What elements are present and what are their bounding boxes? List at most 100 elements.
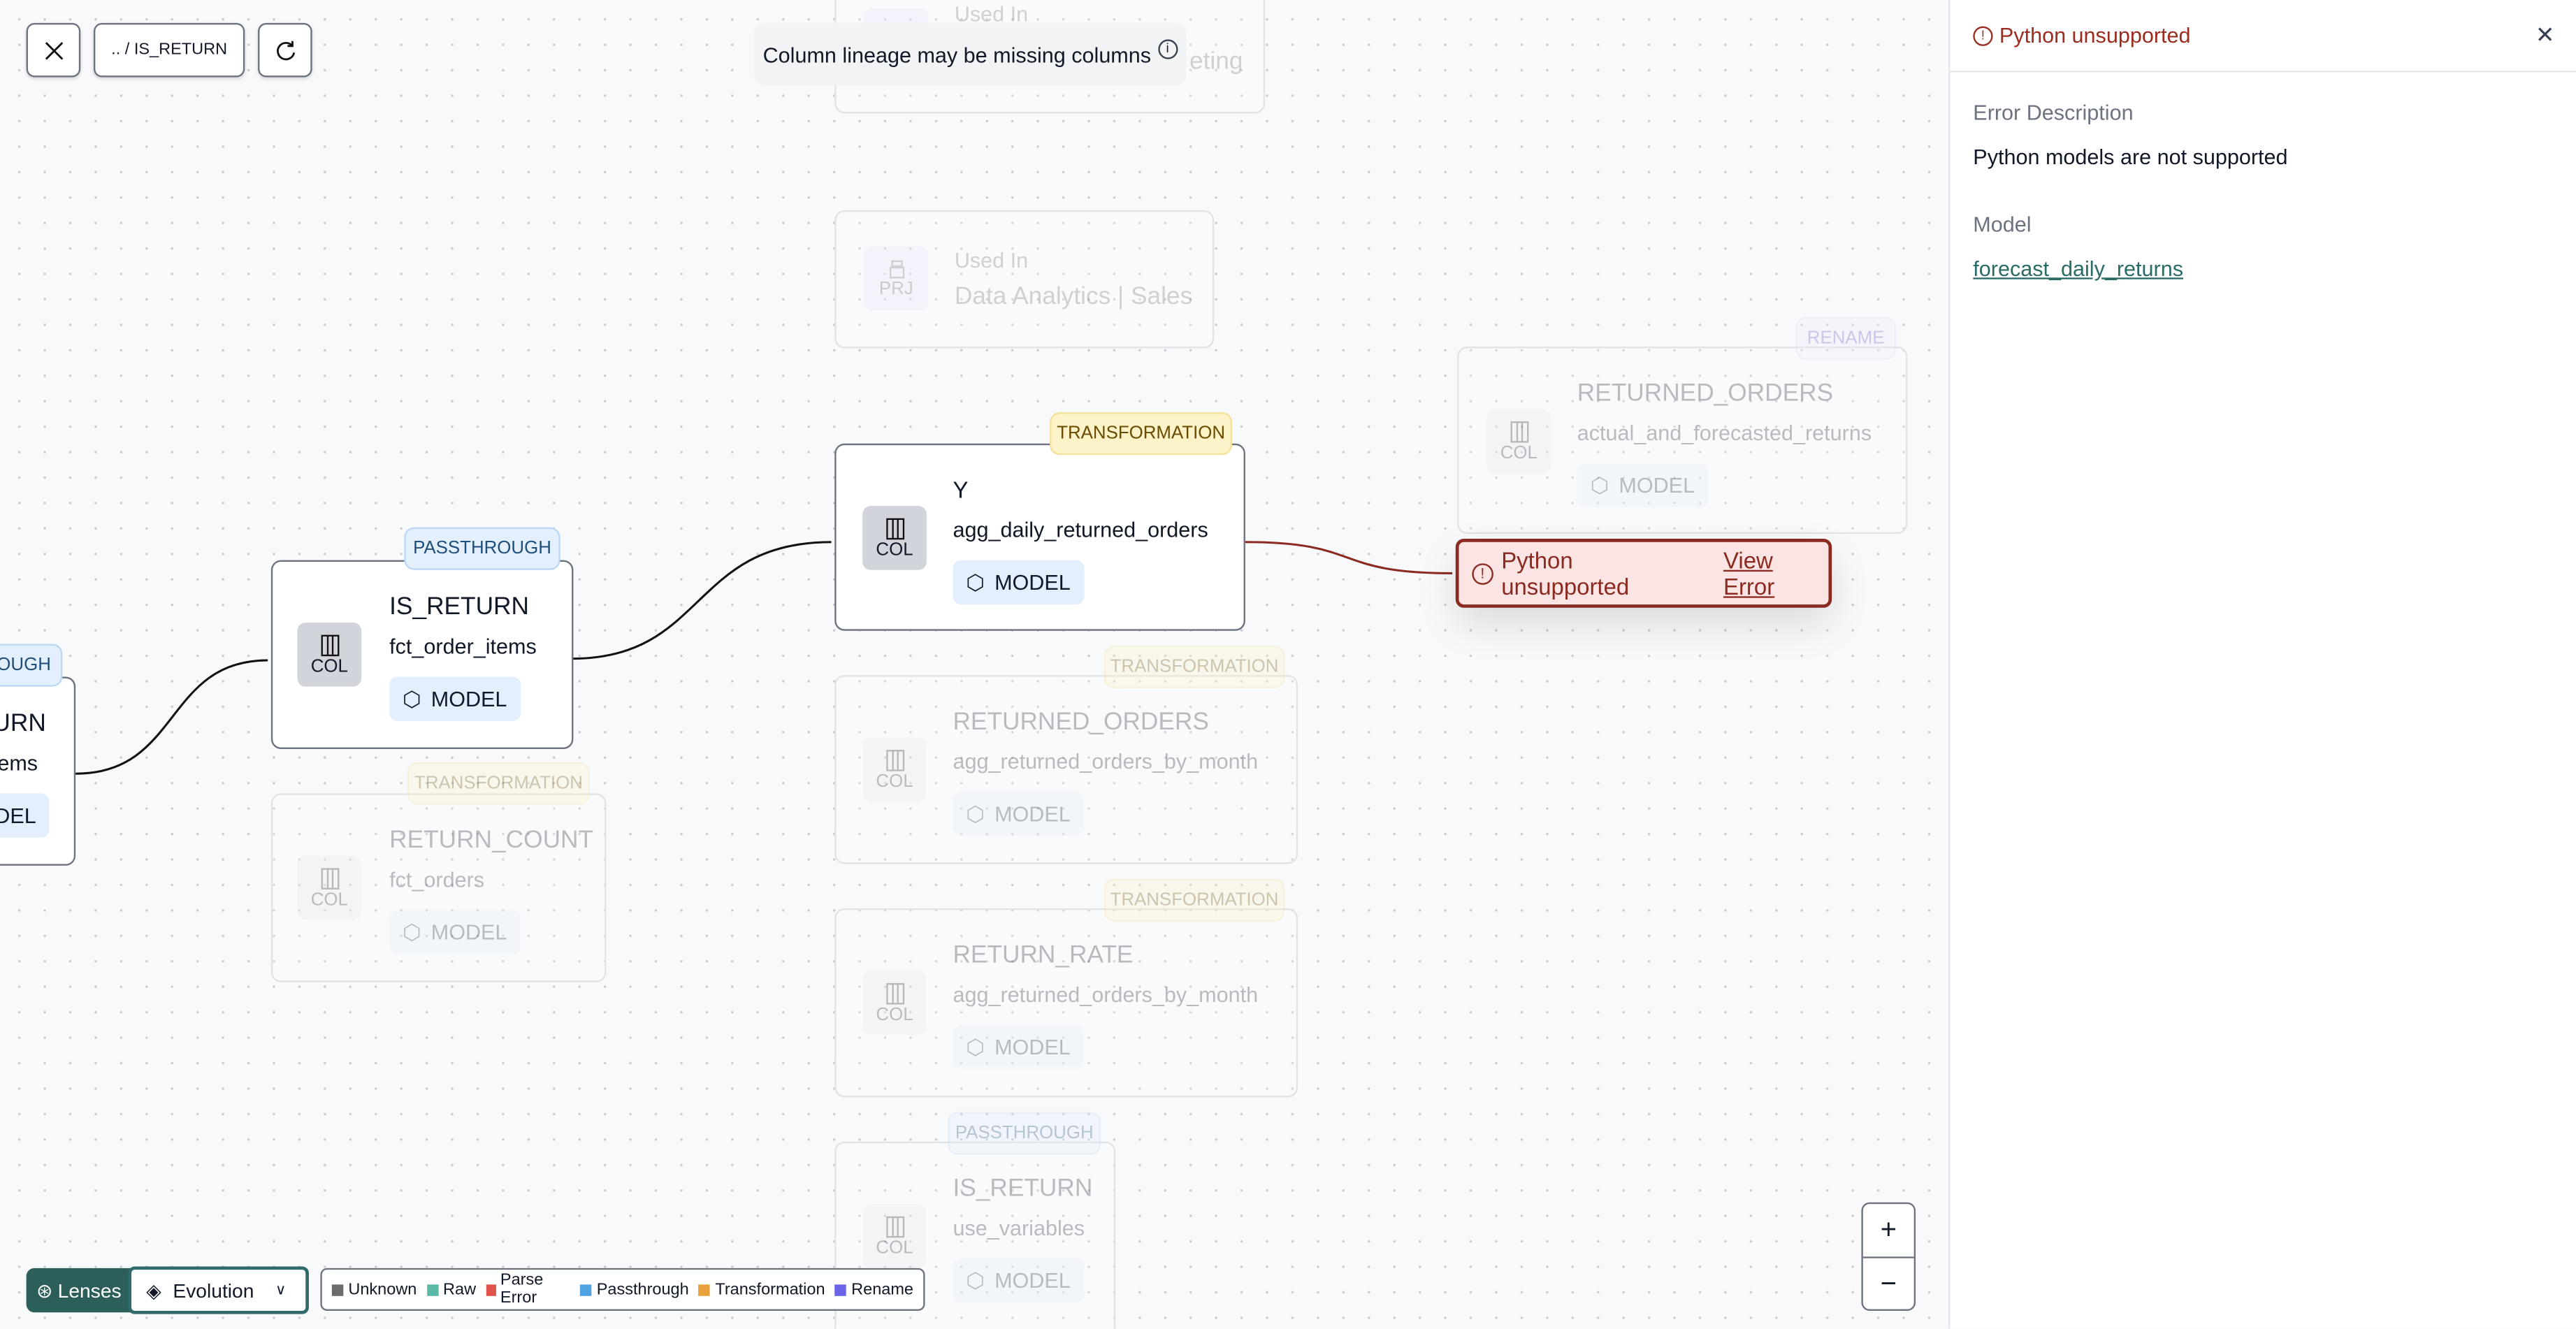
chip-label: DEL: [0, 803, 36, 828]
node-type: COL: [310, 656, 348, 676]
legend-item-passthrough: Passthrough: [580, 1280, 689, 1298]
node-title: Data Analytics | Sales: [954, 282, 1193, 311]
model-chip[interactable]: ⬡ MODEL: [953, 1024, 1084, 1070]
column-icon-box: COL: [862, 506, 927, 570]
model-label: Model: [1973, 212, 2032, 237]
node-model: use_variables: [953, 1215, 1085, 1240]
node-model: agg_returned_orders_by_month: [953, 982, 1259, 1008]
column-icon: [1510, 420, 1528, 442]
lineage-node-return-count[interactable]: COL RETURN_COUNT fct_orders ⬡ MODEL: [270, 793, 607, 982]
rename-badge: RENAME: [1795, 317, 1896, 360]
column-icon: [885, 982, 904, 1004]
zoom-in-button[interactable]: +: [1862, 1204, 1914, 1258]
notice-text: Column lineage may be missing columns: [762, 41, 1152, 67]
node-type: COL: [876, 1004, 913, 1024]
lineage-node-returned-orders[interactable]: COL RETURNED_ORDERS agg_returned_orders_…: [834, 675, 1298, 864]
node-title: eting: [1189, 48, 1243, 76]
node-label: Used In: [954, 247, 1029, 273]
breadcrumb[interactable]: .. / IS_RETURN: [93, 22, 245, 78]
transformation-badge: TRANSFORMATION: [1050, 412, 1233, 456]
lineage-node-return-rate[interactable]: COL RETURN_RATE agg_returned_orders_by_m…: [834, 908, 1298, 1098]
model-chip[interactable]: ⬡ MODEL: [1577, 463, 1708, 508]
passthrough-badge: PASSTHROUGH: [948, 1112, 1101, 1155]
error-description-label: Error Description: [1973, 100, 2134, 125]
node-type: COL: [1500, 442, 1537, 463]
chip-label: MODEL: [994, 569, 1071, 595]
node-title: IS_RETURN: [389, 593, 529, 621]
passthrough-badge: PASSTHROUGH: [404, 527, 560, 570]
model-chip[interactable]: ⬡ MODEL: [389, 910, 521, 954]
node-model: ems: [0, 750, 38, 776]
error-icon: !: [1973, 25, 1993, 45]
lens-select[interactable]: ◈ Evolution ∨: [128, 1266, 309, 1314]
error-description-value: Python models are not supported: [1973, 144, 2288, 170]
error-icon: !: [1472, 562, 1493, 584]
column-icon-box: COL: [297, 855, 362, 920]
node-type: COL: [876, 771, 913, 791]
cube-icon: ⬡: [966, 1267, 985, 1292]
panel-title: Python unsupported: [1999, 22, 2191, 48]
chip-label: MODEL: [430, 686, 507, 711]
error-node[interactable]: ! Python unsupported View Error: [1455, 539, 1832, 608]
column-icon: [885, 1215, 904, 1237]
column-icon-box: COL: [1486, 409, 1551, 474]
x-icon: [44, 41, 63, 59]
model-chip[interactable]: ⬡ MODEL: [953, 1258, 1084, 1303]
cube-icon: ⬡: [402, 919, 421, 944]
model-chip[interactable]: DEL: [0, 793, 50, 838]
aperture-icon: ⊛: [36, 1279, 53, 1302]
cube-icon: ⬡: [966, 801, 985, 826]
node-type: PRJ: [878, 278, 913, 298]
model-chip[interactable]: ⬡ MODEL: [389, 676, 521, 722]
error-text: Python unsupported: [1501, 546, 1630, 600]
legend-item-unknown: Unknown: [331, 1280, 417, 1298]
chip-label: MODEL: [430, 920, 507, 945]
node-model: agg_daily_returned_orders: [953, 517, 1208, 542]
transformation-badge: TRANSFORMATION: [1104, 645, 1285, 688]
column-icon-box: COL: [862, 737, 927, 802]
model-link[interactable]: forecast_daily_returns: [1973, 256, 2183, 281]
legend: Unknown Raw Parse Error Passthrough Tran…: [320, 1268, 925, 1311]
cube-icon: ⬡: [966, 569, 985, 594]
node-title: RETURN_RATE: [953, 941, 1134, 969]
lineage-node-is-return[interactable]: COL IS_RETURN fct_order_items ⬡ MODEL: [270, 560, 574, 749]
lineage-canvas[interactable]: Used In eting PRJ Used In Data Analytics…: [0, 0, 2576, 1329]
column-icon-box: COL: [862, 1204, 927, 1268]
project-icon: PRJ: [864, 246, 929, 311]
refresh-icon: [275, 40, 295, 60]
info-icon[interactable]: i: [1157, 39, 1178, 59]
column-icon: [320, 634, 339, 655]
edge: [75, 659, 268, 775]
model-chip[interactable]: ⬡ MODEL: [953, 560, 1084, 605]
chip-label: MODEL: [994, 801, 1071, 827]
cube-icon: ⬡: [966, 1033, 985, 1059]
lineage-node-project[interactable]: PRJ Used In Data Analytics | Sales: [834, 210, 1215, 349]
chip-label: MODEL: [994, 1268, 1071, 1293]
node-model: actual_and_forecasted_returns: [1577, 420, 1872, 446]
node-type: COL: [876, 539, 913, 560]
lineage-node-upstream[interactable]: URN ems DEL: [0, 676, 76, 866]
lens-selected: Evolution: [173, 1279, 254, 1302]
transformation-badge: TRANSFORMATION: [407, 762, 590, 805]
zoom-out-button[interactable]: −: [1863, 1258, 1914, 1311]
view-error-link[interactable]: View Error: [1723, 547, 1828, 600]
legend-item-parse-error: Parse Error: [486, 1272, 570, 1307]
lineage-node-returned-orders-rename[interactable]: COL RETURNED_ORDERS actual_and_forecaste…: [1457, 347, 1908, 535]
error-details-panel: ! Python unsupported ✕ Error Description…: [1948, 0, 2576, 1329]
column-icon-box: COL: [297, 622, 362, 687]
lineage-node-y[interactable]: COL Y agg_daily_returned_orders ⬡ MODEL: [834, 443, 1245, 631]
model-chip[interactable]: ⬡ MODEL: [953, 792, 1084, 836]
column-icon-box: COL: [862, 971, 927, 1036]
legend-item-rename: Rename: [834, 1280, 913, 1298]
edge-error: [1245, 541, 1453, 574]
edge: [572, 541, 832, 660]
node-title: RETURNED_ORDERS: [953, 708, 1209, 736]
zoom-controls: + −: [1861, 1202, 1916, 1311]
lenses-button[interactable]: ⊛ Lenses: [26, 1268, 132, 1313]
node-title: IS_RETURN: [953, 1174, 1093, 1203]
refresh-button[interactable]: [258, 22, 312, 78]
cube-icon: ⬡: [1590, 472, 1609, 498]
close-button[interactable]: [26, 22, 81, 78]
close-panel-button[interactable]: ✕: [2535, 22, 2555, 50]
transformation-badge: TRANSFORMATION: [1104, 878, 1285, 922]
